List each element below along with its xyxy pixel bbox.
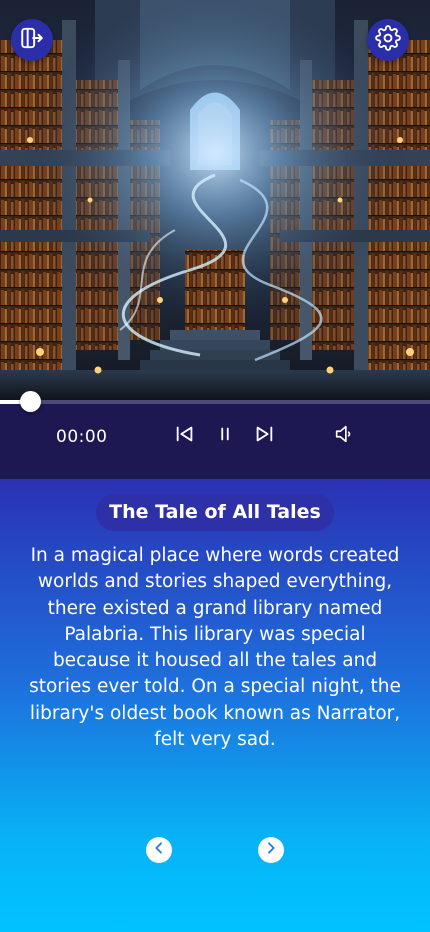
skip-next-icon	[253, 423, 275, 449]
progress-knob[interactable]	[19, 391, 41, 412]
exit-button[interactable]	[11, 19, 53, 61]
chevron-right-icon	[263, 840, 279, 860]
previous-page-button[interactable]	[146, 837, 172, 863]
pause-icon	[214, 423, 236, 449]
settings-button[interactable]	[367, 19, 409, 61]
chevron-left-icon	[151, 840, 167, 860]
next-page-button[interactable]	[258, 837, 284, 863]
gear-icon	[375, 25, 401, 55]
story-text: In a magical place where words created w…	[29, 545, 401, 751]
skip-next-button[interactable]	[252, 424, 276, 448]
story-panel: The Tale of All Tales In a magical place…	[0, 479, 430, 932]
skip-previous-icon	[174, 423, 196, 449]
volume-button[interactable]	[332, 424, 356, 448]
skip-previous-button[interactable]	[173, 424, 197, 448]
exit-icon	[19, 25, 45, 55]
pause-button[interactable]	[213, 424, 237, 448]
story-illustration	[0, 0, 430, 402]
story-title: The Tale of All Tales	[96, 494, 334, 531]
progress-bar[interactable]	[0, 391, 430, 412]
volume-icon	[333, 423, 355, 449]
current-time: 00:00	[56, 427, 108, 447]
audio-player: 00:00	[0, 391, 430, 479]
